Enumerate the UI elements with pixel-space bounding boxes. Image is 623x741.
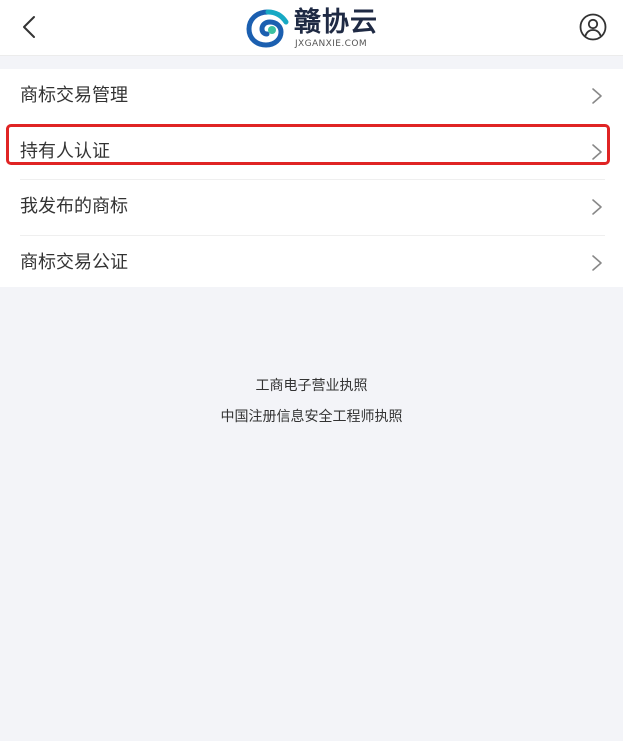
menu-item-holder-verification[interactable]: 持有人认证 <box>20 125 605 180</box>
menu-item-trademark-trading-management[interactable]: 商标交易管理 <box>20 69 605 125</box>
menu-item-label: 商标交易公证 <box>20 251 128 273</box>
chevron-right-icon <box>592 254 602 271</box>
logo-name: 赣协云 <box>294 7 378 38</box>
menu-list: 商标交易管理 持有人认证 我发布的商标 商标交易公证 <box>0 69 623 287</box>
user-profile-button[interactable] <box>579 13 607 41</box>
user-circle-icon <box>579 13 607 41</box>
menu-item-label: 持有人认证 <box>20 140 110 162</box>
menu-item-trademark-trading-notarization[interactable]: 商标交易公证 <box>20 236 605 291</box>
back-button[interactable] <box>14 10 44 44</box>
menu-item-label: 商标交易管理 <box>20 85 128 106</box>
security-engineer-license-text: 中国注册信息安全工程师执照 <box>220 409 403 425</box>
business-license-text: 工商电子营业执照 <box>255 378 368 394</box>
logo-domain: JXGANXIE.COM <box>295 39 367 49</box>
chevron-left-icon <box>23 16 35 38</box>
logo-swirl-icon <box>246 9 289 48</box>
menu-item-label: 我发布的商标 <box>20 196 128 217</box>
chevron-right-icon <box>592 143 602 160</box>
menu-item-my-published-trademarks[interactable]: 我发布的商标 <box>20 180 605 236</box>
top-bar: 赣协云 JXGANXIE.COM <box>0 0 623 56</box>
chevron-right-icon <box>592 88 602 104</box>
chevron-right-icon <box>592 199 602 215</box>
brand-logo: 赣协云 JXGANXIE.COM <box>246 6 381 52</box>
